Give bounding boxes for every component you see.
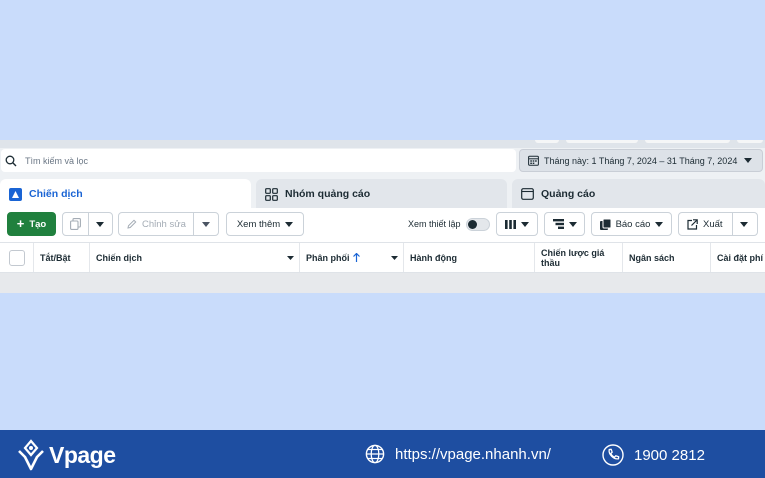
table-header: Tắt/Bật Chiến dịch Phân phối Hành động C… <box>0 242 765 273</box>
website-link[interactable]: https://vpage.nhanh.vn/ <box>395 446 551 463</box>
footer-bar: Vpage https://vpage.nhanh.vn/ 1900 2812 <box>0 430 765 478</box>
ad-window-icon <box>521 188 534 200</box>
breakdown-icon <box>552 219 564 229</box>
chevron-down-icon <box>740 222 748 227</box>
website-info: https://vpage.nhanh.vn/ <box>365 444 551 464</box>
export-button[interactable]: Xuất <box>678 212 758 236</box>
search-input[interactable]: Tìm kiếm và lọc <box>1 149 516 172</box>
search-icon <box>5 155 17 166</box>
column-header-label: Tắt/Bật <box>40 252 71 263</box>
plus-icon: + <box>16 216 25 231</box>
chevron-down-icon <box>655 221 664 227</box>
search-placeholder: Tìm kiếm và lọc <box>25 155 89 166</box>
chevron-down-icon <box>202 222 210 227</box>
column-header-label: Phân phối <box>306 252 350 263</box>
chevron-down-icon <box>287 256 294 260</box>
hotline-info: 1900 2812 <box>602 444 705 466</box>
column-header-label: Chiến lược giá thầu <box>541 247 605 268</box>
edit-button-label: Chỉnh sửa <box>142 218 186 230</box>
column-header-actions[interactable]: Hành động <box>404 243 535 272</box>
column-header-toggle[interactable]: Tắt/Bật <box>34 243 90 272</box>
chevron-down-icon <box>391 256 398 260</box>
tab-ads[interactable]: Quảng cáo <box>512 179 765 209</box>
column-header-delivery[interactable]: Phân phối <box>300 243 404 272</box>
phone-icon <box>602 444 624 466</box>
columns-icon <box>505 219 516 229</box>
tab-label: Chiến dịch <box>29 188 83 200</box>
see-more-label: Xem thêm <box>236 218 281 230</box>
toggle-knob <box>468 220 477 229</box>
campaign-icon <box>9 187 22 201</box>
reports-button[interactable]: Báo cáo <box>591 212 672 236</box>
vpage-logo-icon <box>18 439 44 471</box>
select-all-cell <box>0 243 34 272</box>
setup-view-label: Xem thiết lập <box>408 219 461 229</box>
date-range-picker[interactable]: Tháng này: 1 Tháng 7, 2024 – 31 Tháng 7,… <box>519 149 763 172</box>
chevron-down-icon <box>568 221 577 227</box>
see-more-button[interactable]: Xem thêm <box>226 212 304 236</box>
calendar-icon <box>528 155 539 166</box>
chevron-down-icon <box>744 158 753 163</box>
tab-ad-sets[interactable]: Nhóm quảng cáo <box>256 179 507 209</box>
columns-button[interactable] <box>496 212 538 236</box>
hotline-number[interactable]: 1900 2812 <box>634 447 705 464</box>
column-header-label: Hành động <box>410 252 457 263</box>
ad-set-grid-icon <box>265 187 278 201</box>
date-range-label: Tháng này: 1 Tháng 7, 2024 – 31 Tháng 7,… <box>544 155 738 166</box>
globe-icon <box>365 444 385 464</box>
empty-table-row <box>0 273 765 293</box>
chevron-down-icon <box>96 222 104 227</box>
brand-name: Vpage <box>49 441 116 468</box>
column-header-campaign[interactable]: Chiến dịch <box>90 243 300 272</box>
column-header-label: Ngân sách <box>629 252 675 263</box>
select-all-checkbox[interactable] <box>9 249 25 266</box>
ads-manager-panel: Tìm kiếm và lọc Tháng này: 1 Tháng 7, 20… <box>0 140 765 293</box>
create-button-label: Tạo <box>29 218 47 230</box>
report-icon <box>599 218 611 230</box>
chevron-down-icon <box>285 221 294 227</box>
breakdown-button[interactable] <box>544 212 585 236</box>
column-header-bid-strategy[interactable]: Chiến lược giá thầu <box>535 243 623 272</box>
edit-button[interactable]: Chỉnh sửa <box>118 212 219 236</box>
create-button[interactable]: + Tạo <box>7 212 56 236</box>
toolbar: + Tạo Chỉnh sửa Xem thêm Xem thiết lập B… <box>0 208 765 242</box>
export-icon <box>687 218 698 230</box>
sort-up-arrow-icon <box>352 253 360 262</box>
setup-view-toggle[interactable] <box>466 218 490 231</box>
vpage-logo: Vpage <box>17 439 116 471</box>
export-label: Xuất <box>703 218 723 230</box>
duplicate-icon <box>70 218 81 230</box>
chevron-down-icon <box>521 221 529 227</box>
column-header-fee-settings[interactable]: Cài đặt phí <box>711 243 765 272</box>
tab-label: Nhóm quảng cáo <box>285 188 371 200</box>
reports-label: Báo cáo <box>615 218 651 230</box>
column-header-label: Cài đặt phí <box>717 252 764 263</box>
pencil-icon <box>127 219 137 229</box>
top-strip <box>0 140 765 148</box>
tab-campaigns[interactable]: Chiến dịch <box>0 179 251 209</box>
tab-label: Quảng cáo <box>541 188 596 200</box>
column-header-budget[interactable]: Ngân sách <box>623 243 711 272</box>
column-header-label: Chiến dịch <box>96 252 143 263</box>
